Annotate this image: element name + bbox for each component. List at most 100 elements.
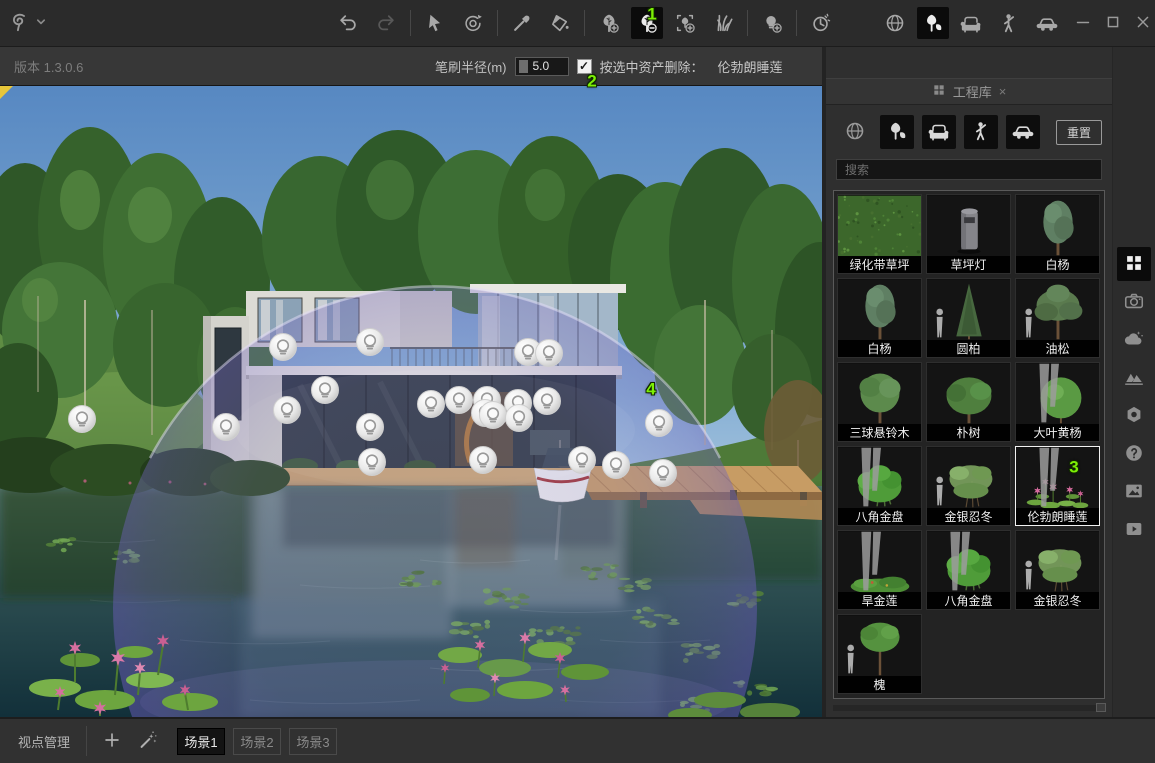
app-logo-swirl-icon <box>8 11 30 36</box>
library-panel-header[interactable]: 工程库 × <box>826 78 1112 105</box>
light-gizmo[interactable] <box>650 460 677 487</box>
light-gizmo[interactable] <box>480 402 507 429</box>
brush-radius-input[interactable] <box>533 59 563 73</box>
library-button[interactable] <box>1117 247 1151 281</box>
add-light-button[interactable] <box>756 7 788 39</box>
light-gizmo[interactable] <box>274 397 301 424</box>
light-gizmo[interactable] <box>69 406 96 433</box>
scene-tab-2[interactable]: 场景2 <box>233 728 281 755</box>
toolbar-group <box>332 7 402 39</box>
eyedropper-button[interactable] <box>506 7 538 39</box>
vehicles-category-button[interactable] <box>1031 7 1063 39</box>
help-button[interactable] <box>1117 437 1151 471</box>
window-controls <box>1071 11 1155 35</box>
world-category-button[interactable] <box>879 7 911 39</box>
cursor-icon <box>424 12 446 34</box>
asset-tile[interactable]: 大叶黄杨 <box>1015 362 1100 442</box>
asset-tile[interactable]: 绿化带草坪 <box>837 194 922 274</box>
furniture-category-button[interactable] <box>955 7 987 39</box>
asset-tile[interactable]: 槐 <box>837 614 922 694</box>
scene-tab-1[interactable]: 场景1 <box>177 728 225 755</box>
light-gizmo[interactable] <box>359 449 386 476</box>
version-label: 版本 1.3.0.6 <box>14 57 83 76</box>
grass-brush-button[interactable] <box>707 7 739 39</box>
video-button[interactable] <box>1117 513 1151 547</box>
light-gizmo[interactable] <box>534 388 561 415</box>
light-gizmo[interactable] <box>536 340 563 367</box>
world-category-button[interactable] <box>838 115 872 149</box>
light-gizmo[interactable] <box>213 414 240 441</box>
vehicles-category-button[interactable] <box>1006 115 1040 149</box>
minimize-button[interactable] <box>1071 11 1095 35</box>
undo-button[interactable] <box>332 7 364 39</box>
search-input[interactable] <box>836 159 1102 180</box>
asset-grid-hscrollbar[interactable] <box>833 705 1105 711</box>
asset-tile[interactable]: 金银忍冬 <box>926 446 1011 526</box>
reset-button[interactable]: 重置 <box>1056 120 1102 145</box>
light-gizmo[interactable] <box>357 329 384 356</box>
characters-category-button[interactable] <box>964 115 998 149</box>
panel-grid-icon <box>932 83 946 100</box>
asset-tile[interactable]: 白杨 <box>837 278 922 358</box>
toolbar-group <box>805 7 837 39</box>
scene-tab-3[interactable]: 场景3 <box>289 728 337 755</box>
asset-tile[interactable]: 旱金莲 <box>837 530 922 610</box>
asset-tile[interactable]: 八角金盘 <box>837 446 922 526</box>
viewpoint-manager-button[interactable]: 视点管理 <box>14 726 74 757</box>
time-of-day-button[interactable] <box>805 7 837 39</box>
asset-label: 圆柏 <box>927 340 1010 357</box>
terrain-button[interactable] <box>1117 361 1151 395</box>
eyedropper-icon <box>511 12 533 34</box>
viewport-3d[interactable] <box>0 86 822 717</box>
add-viewpoint-button[interactable] <box>97 726 127 756</box>
light-gizmo[interactable] <box>312 377 339 404</box>
add-vegetation-button[interactable] <box>593 7 625 39</box>
delete-by-asset-checkbox[interactable] <box>577 59 592 74</box>
close-button[interactable] <box>1131 11 1155 35</box>
asset-tile[interactable]: 圆柏 <box>926 278 1011 358</box>
minimize-icon <box>1072 11 1094 36</box>
light-gizmo[interactable] <box>446 387 473 414</box>
scroll-corner[interactable] <box>1096 703 1106 712</box>
light-gizmo[interactable] <box>357 414 384 441</box>
rotate-select-button[interactable] <box>457 7 489 39</box>
brush-radius-field[interactable] <box>515 57 569 76</box>
light-gizmo[interactable] <box>646 410 673 437</box>
asset-tile[interactable]: 金银忍冬 <box>1015 530 1100 610</box>
screenshot-button[interactable] <box>1117 475 1151 509</box>
select-button[interactable] <box>419 7 451 39</box>
asset-tile[interactable]: 伦勃朗睡莲 <box>1015 446 1100 526</box>
paint-fill-button[interactable] <box>544 7 576 39</box>
timer-icon <box>810 12 832 34</box>
asset-tile[interactable]: 白杨 <box>1015 194 1100 274</box>
asset-tile[interactable]: 三球悬铃木 <box>837 362 922 442</box>
erase-vegetation-button[interactable] <box>631 7 663 39</box>
titlebar <box>0 0 1155 47</box>
weather-icon <box>1123 328 1145 353</box>
light-gizmo[interactable] <box>506 405 533 432</box>
asset-tile[interactable]: 油松 <box>1015 278 1100 358</box>
settings-button[interactable] <box>1117 399 1151 433</box>
asset-tile[interactable]: 朴树 <box>926 362 1011 442</box>
brush-radius-drag-handle[interactable] <box>519 60 528 73</box>
app-menu[interactable] <box>8 11 59 36</box>
asset-tile[interactable]: 草坪灯 <box>926 194 1011 274</box>
light-gizmo[interactable] <box>270 334 297 361</box>
viewport-scene[interactable] <box>0 86 822 717</box>
furniture-category-button[interactable] <box>922 115 956 149</box>
brush-vegetation-button[interactable] <box>669 7 701 39</box>
auto-viewpoint-button[interactable] <box>133 726 163 756</box>
light-gizmo[interactable] <box>470 447 497 474</box>
vegetation-category-button[interactable] <box>917 7 949 39</box>
redo-button[interactable] <box>370 7 402 39</box>
vegetation-category-button[interactable] <box>880 115 914 149</box>
asset-tile[interactable]: 八角金盘 <box>926 530 1011 610</box>
light-gizmo[interactable] <box>603 452 630 479</box>
maximize-button[interactable] <box>1101 11 1125 35</box>
light-gizmo[interactable] <box>569 447 596 474</box>
camera-button[interactable] <box>1117 285 1151 319</box>
characters-category-button[interactable] <box>993 7 1025 39</box>
weather-button[interactable] <box>1117 323 1151 357</box>
panel-close-icon[interactable]: × <box>999 84 1007 99</box>
light-gizmo[interactable] <box>418 391 445 418</box>
